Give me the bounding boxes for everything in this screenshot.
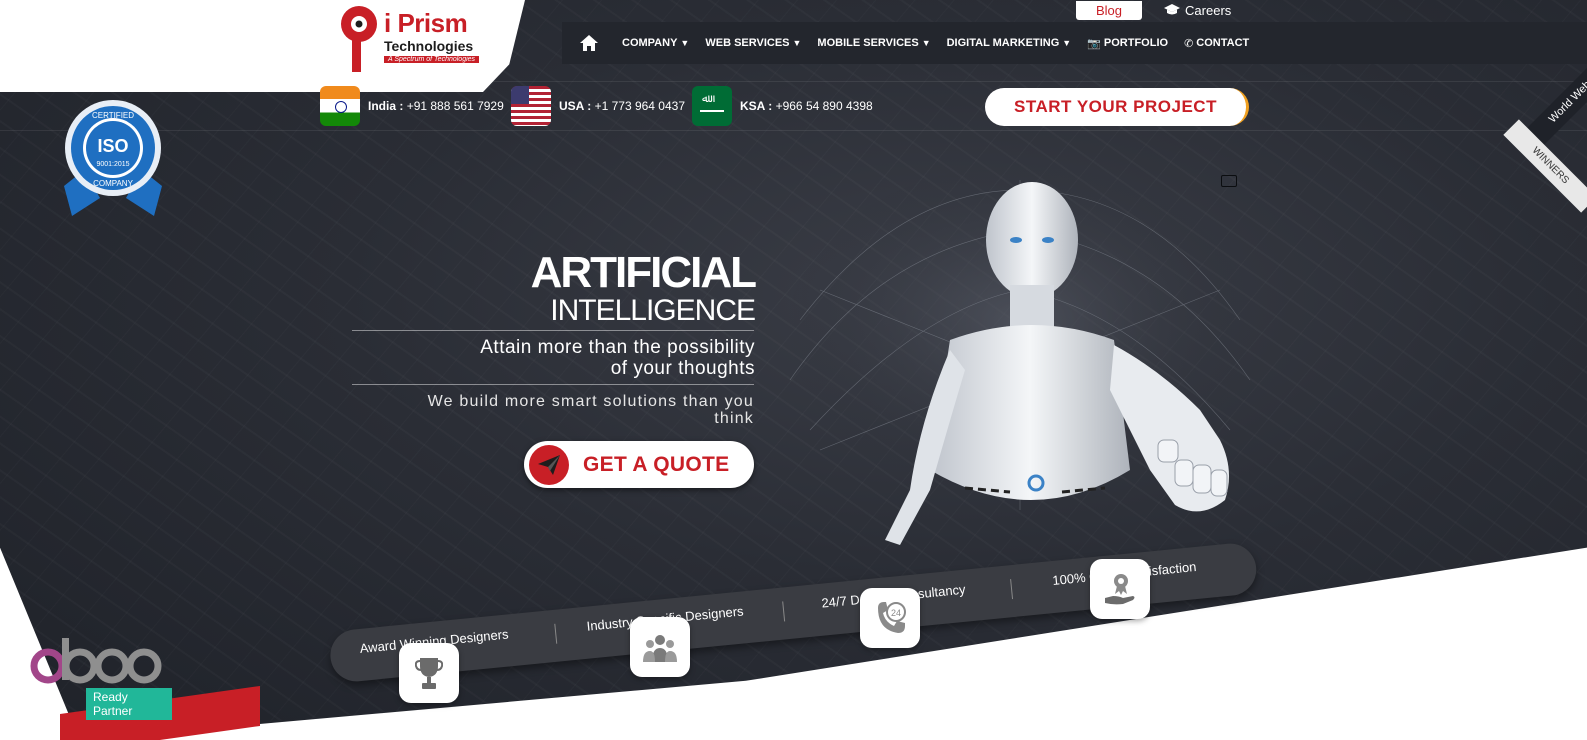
hero-subtitle: INTELLIGENCE (550, 294, 756, 327)
hero-tagline: Attain more than the possibility of your… (380, 337, 755, 379)
home-icon[interactable] (580, 35, 598, 51)
nav-web-services-label: WEB SERVICES (705, 37, 790, 49)
contact-usa[interactable]: USA : +1 773 964 0437 (511, 86, 685, 126)
hero-description: We build more smart solutions than you t… (370, 393, 754, 427)
saudi-flag-icon (692, 86, 732, 126)
logo-sub: Technologies (384, 38, 474, 54)
feature-divider (782, 601, 786, 622)
winners-ribbon[interactable]: World Web WINNERS (1500, 60, 1587, 230)
contact-india-phone: +91 888 561 7929 (406, 99, 504, 113)
feature-divider (1010, 579, 1014, 600)
team-icon (630, 617, 690, 677)
nav-company[interactable]: COMPANY ▼ (622, 37, 689, 49)
logo-name: i Prism (384, 8, 468, 38)
chevron-down-icon: ▼ (1062, 38, 1072, 48)
blog-link[interactable]: Blog (1076, 0, 1143, 20)
chevron-down-icon: ▼ (792, 38, 802, 48)
hero-divider (352, 330, 754, 331)
nav-portfolio-label: PORTFOLIO (1103, 37, 1169, 49)
iso-main-text: ISO (97, 136, 128, 156)
contact-ksa-phone: +966 54 890 4398 (775, 99, 873, 113)
hero-description-line-1: We build more smart solutions than you (427, 393, 754, 410)
start-project-button[interactable]: START YOUR PROJECT (985, 88, 1249, 126)
odoo-wordmark-icon (30, 638, 162, 684)
iso-bottom-text: COMPANY (93, 179, 134, 188)
iso-certified-badge: CERTIFIED ISO 9001:2015 COMPANY (64, 100, 162, 216)
contact-india[interactable]: India : +91 888 561 7929 (320, 86, 504, 126)
nav-company-label: COMPANY (622, 37, 678, 49)
odoo-ready-partner[interactable]: Ready Partner (30, 636, 172, 720)
contact-ksa[interactable]: KSA : +966 54 890 4398 (692, 86, 873, 126)
feature-divider (554, 623, 558, 644)
hero-divider (352, 384, 754, 385)
nav-mobile-services[interactable]: MOBILE SERVICES ▼ (817, 37, 930, 49)
nav-portfolio[interactable]: 📷 PORTFOLIO (1087, 37, 1168, 50)
iso-top-text: CERTIFIED (92, 111, 134, 120)
site-logo[interactable]: i Prism Technologies A Spectrum of Techn… (338, 4, 488, 76)
iso-code-text: 9001:2015 (96, 161, 129, 168)
chevron-down-icon: ▼ (921, 38, 931, 48)
nav-contact-label: CONTACT (1196, 37, 1250, 49)
logo-tagline: A Spectrum of Technologies (384, 56, 480, 63)
nav-mobile-services-label: MOBILE SERVICES (817, 37, 919, 49)
careers-link[interactable]: Careers (1164, 3, 1231, 18)
usa-flag-icon (511, 86, 551, 126)
hero-description-line-2: think (714, 410, 754, 427)
get-quote-label: GET A QUOTE (583, 452, 730, 476)
id-card-icon (1221, 175, 1237, 187)
odoo-badge: Ready Partner (86, 688, 172, 720)
svg-text:24: 24 (891, 608, 901, 618)
support-24-icon: 24 (860, 588, 920, 648)
nav-contact[interactable]: ✆ CONTACT (1184, 37, 1249, 50)
get-quote-button[interactable]: GET A QUOTE (524, 441, 754, 488)
utility-bar: Blog Careers (1076, 0, 1231, 20)
chevron-down-icon: ▼ (680, 38, 690, 48)
trophy-icon (399, 643, 459, 703)
award-hand-icon (1090, 559, 1150, 619)
hero-title: ARTIFICIAL (530, 248, 757, 297)
contact-ksa-country: KSA : (740, 99, 773, 113)
india-flag-icon (320, 86, 360, 126)
contact-usa-phone: +1 773 964 0437 (594, 99, 685, 113)
paper-plane-icon (529, 444, 569, 485)
careers-label: Careers (1185, 2, 1232, 18)
contact-usa-country: USA : (559, 99, 592, 113)
odoo-logo (30, 636, 172, 694)
graduation-cap-icon (1164, 4, 1181, 15)
camera-icon: 📷 (1087, 37, 1101, 50)
contact-india-country: India : (368, 99, 404, 113)
logo-mark-icon (341, 6, 377, 72)
nav-digital-marketing[interactable]: DIGITAL MARKETING ▼ (947, 37, 1072, 49)
hero-tagline-line-1: Attain more than the possibility (480, 337, 755, 358)
nav-web-services[interactable]: WEB SERVICES ▼ (705, 37, 801, 49)
hero-tagline-line-2: of your thoughts (610, 358, 755, 379)
robot-illustration (785, 170, 1255, 545)
phone-icon: ✆ (1184, 37, 1194, 50)
main-nav: COMPANY ▼ WEB SERVICES ▼ MOBILE SERVICES ▼ … (562, 22, 1587, 64)
nav-digital-marketing-label: DIGITAL MARKETING (946, 37, 1060, 49)
